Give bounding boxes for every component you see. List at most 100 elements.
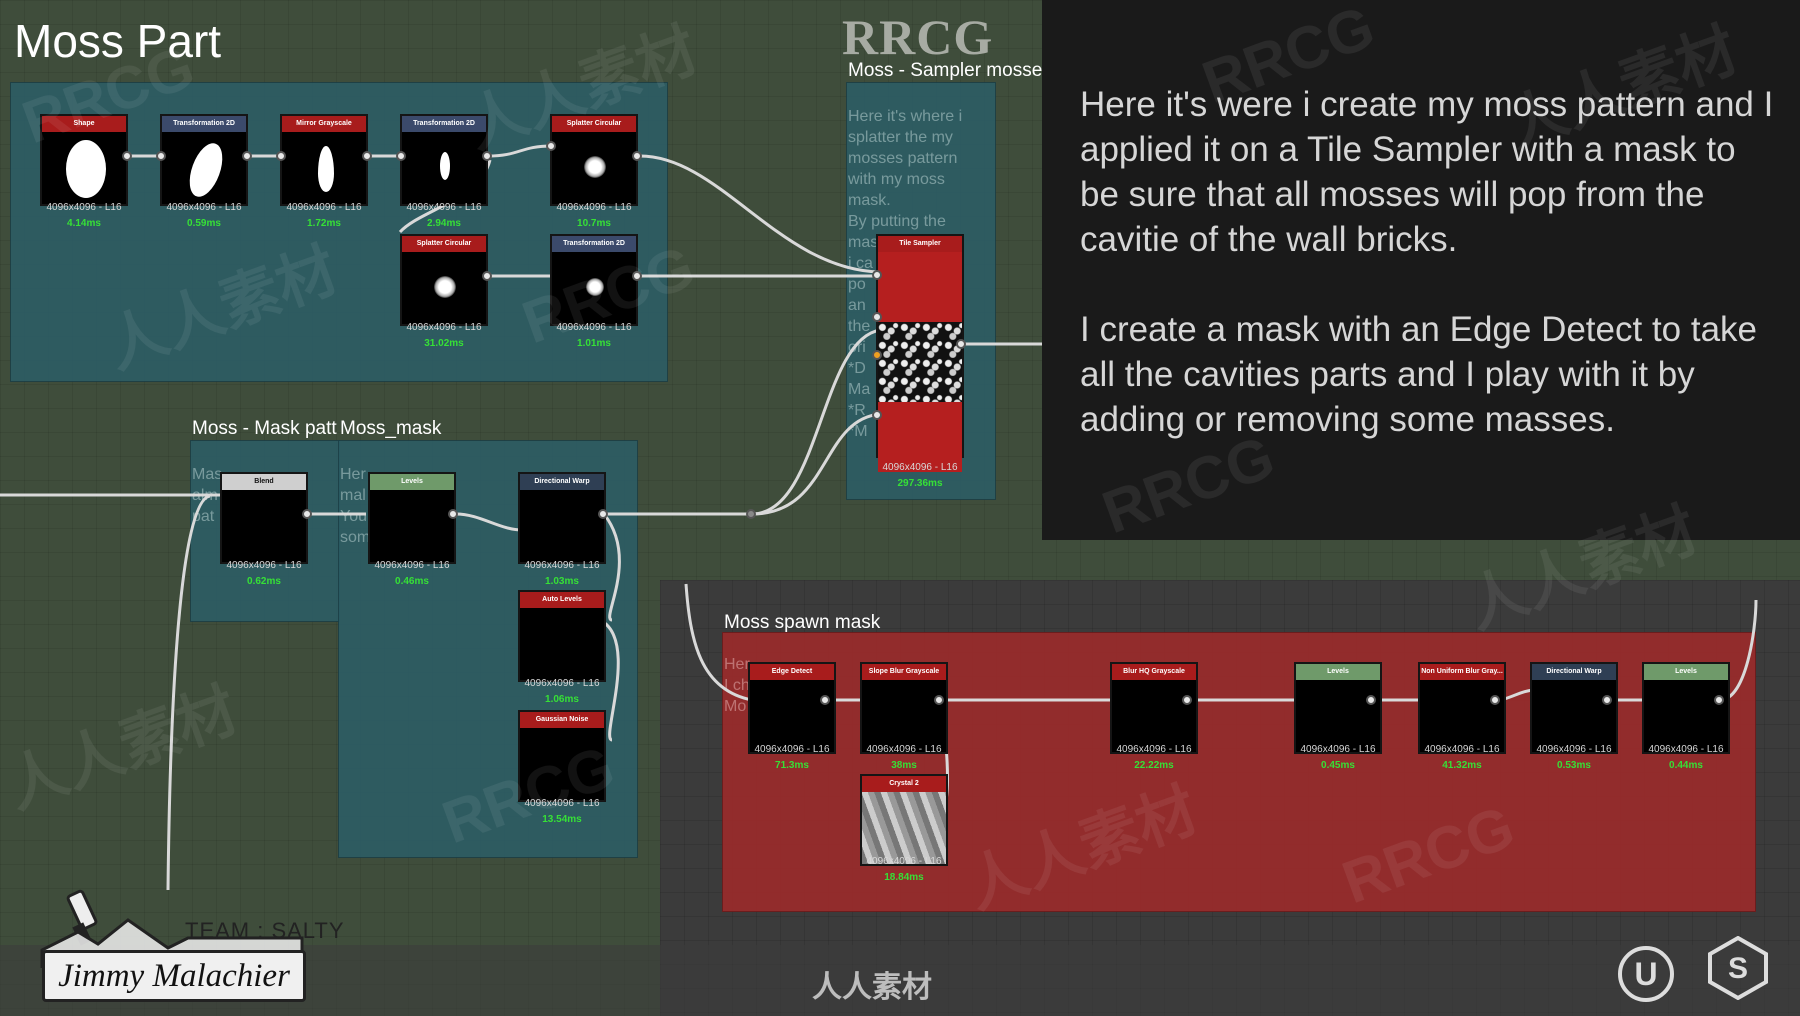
node-resolution: 4096x4096 - L16 bbox=[406, 322, 482, 333]
node-thumbnail-pattern bbox=[878, 322, 962, 402]
node-port[interactable] bbox=[632, 271, 642, 281]
node-port[interactable] bbox=[362, 151, 372, 161]
page-title: Moss Part bbox=[14, 15, 222, 67]
node-port[interactable] bbox=[872, 312, 882, 322]
node-time: 41.32ms bbox=[1442, 760, 1482, 771]
node-directional-warp[interactable]: Directional Warp bbox=[518, 472, 606, 564]
node-shape[interactable]: Shape bbox=[40, 114, 128, 206]
node-blend[interactable]: Blend bbox=[220, 472, 308, 564]
node-port[interactable] bbox=[956, 339, 966, 349]
author-name: Jimmy Malachier bbox=[42, 950, 306, 1002]
node-edge-detect[interactable]: Edge Detect bbox=[748, 662, 836, 754]
node-resolution: 4096x4096 - L16 bbox=[866, 744, 942, 755]
node-header: Transformation 2D bbox=[162, 116, 246, 132]
node-time: 0.46ms bbox=[395, 576, 429, 587]
node-thumbnail bbox=[1420, 680, 1504, 752]
node-port[interactable] bbox=[448, 509, 458, 519]
node-levels[interactable]: Levels bbox=[368, 472, 456, 564]
node-port[interactable] bbox=[934, 695, 944, 705]
node-resolution: 4096x4096 - L16 bbox=[374, 560, 450, 571]
node-port[interactable] bbox=[242, 151, 252, 161]
node-time: 0.53ms bbox=[1557, 760, 1591, 771]
node-header: Levels bbox=[370, 474, 454, 490]
node-port[interactable] bbox=[746, 509, 756, 519]
node-port[interactable] bbox=[1366, 695, 1376, 705]
node-port[interactable] bbox=[302, 509, 312, 519]
node-port[interactable] bbox=[156, 151, 166, 161]
node-levels[interactable]: Levels bbox=[1294, 662, 1382, 754]
node-port[interactable] bbox=[396, 151, 406, 161]
node-header: Crystal 2 bbox=[862, 776, 946, 792]
node-port[interactable] bbox=[820, 695, 830, 705]
node-header: Transformation 2D bbox=[402, 116, 486, 132]
description-paragraph-1: Here it's were i create my moss pattern … bbox=[1080, 85, 1774, 259]
node-blur-hq-grayscale[interactable]: Blur HQ Grayscale bbox=[1110, 662, 1198, 754]
node-mirror-grayscale[interactable]: Mirror Grayscale bbox=[280, 114, 368, 206]
description-paragraph-2: I create a mask with an Edge Detect to t… bbox=[1080, 310, 1758, 439]
site-watermark-text: 人人素材 bbox=[812, 971, 932, 1004]
node-header: Directional Warp bbox=[1532, 664, 1616, 680]
node-port[interactable] bbox=[872, 270, 882, 280]
node-port[interactable] bbox=[872, 350, 882, 360]
node-resolution: 4096x4096 - L16 bbox=[1648, 744, 1724, 755]
watermark-logo: RRCG bbox=[842, 9, 994, 65]
node-splatter-circular[interactable]: Splatter Circular bbox=[400, 234, 488, 326]
node-non-uniform-blur[interactable]: Non Uniform Blur Gray... bbox=[1418, 662, 1506, 754]
node-thumbnail bbox=[878, 252, 962, 322]
node-thumbnail bbox=[520, 728, 604, 800]
node-levels[interactable]: Levels bbox=[1642, 662, 1730, 754]
node-port[interactable] bbox=[632, 151, 642, 161]
node-thumbnail bbox=[1644, 680, 1728, 752]
node-auto-levels[interactable]: Auto Levels bbox=[518, 590, 606, 682]
node-resolution: 4096x4096 - L16 bbox=[286, 202, 362, 213]
node-time: 22.22ms bbox=[1134, 760, 1174, 771]
node-gaussian-noise[interactable]: Gaussian Noise bbox=[518, 710, 606, 802]
node-tile-sampler[interactable]: Tile Sampler bbox=[876, 234, 964, 472]
node-resolution: 4096x4096 - L16 bbox=[1300, 744, 1376, 755]
node-port[interactable] bbox=[276, 151, 286, 161]
node-resolution: 4096x4096 - L16 bbox=[866, 856, 942, 867]
node-time: 0.62ms bbox=[247, 576, 281, 587]
node-time: 0.44ms bbox=[1669, 760, 1703, 771]
node-transformation-2d[interactable]: Transformation 2D bbox=[550, 234, 638, 326]
node-time: 71.3ms bbox=[775, 760, 809, 771]
node-time: 0.59ms bbox=[187, 218, 221, 229]
node-transformation-2d[interactable]: Transformation 2D bbox=[400, 114, 488, 206]
node-directional-warp[interactable]: Directional Warp bbox=[1530, 662, 1618, 754]
node-port[interactable] bbox=[598, 509, 608, 519]
node-port[interactable] bbox=[1490, 695, 1500, 705]
team-name: TEAM : SALTY bbox=[185, 918, 345, 943]
node-header: Blur HQ Grayscale bbox=[1112, 664, 1196, 680]
node-header: Levels bbox=[1644, 664, 1728, 680]
node-port[interactable] bbox=[1602, 695, 1612, 705]
node-transformation-2d[interactable]: Transformation 2D bbox=[160, 114, 248, 206]
node-splatter-circular[interactable]: Splatter Circular bbox=[550, 114, 638, 206]
node-header: Edge Detect bbox=[750, 664, 834, 680]
node-port[interactable] bbox=[872, 410, 882, 420]
node-crystal-2[interactable]: Crystal 2 bbox=[860, 774, 948, 866]
node-header: Shape bbox=[42, 116, 126, 132]
node-time: 38ms bbox=[891, 760, 917, 771]
node-thumbnail bbox=[370, 490, 454, 562]
node-port[interactable] bbox=[122, 151, 132, 161]
node-time: 1.03ms bbox=[545, 576, 579, 587]
node-thumbnail bbox=[552, 252, 636, 324]
node-thumbnail bbox=[862, 680, 946, 752]
node-port[interactable] bbox=[1714, 695, 1724, 705]
node-resolution: 4096x4096 - L16 bbox=[226, 560, 302, 571]
node-port[interactable] bbox=[1182, 695, 1192, 705]
node-header: Non Uniform Blur Gray... bbox=[1420, 664, 1504, 680]
node-header: Transformation 2D bbox=[552, 236, 636, 252]
node-resolution: 4096x4096 - L16 bbox=[524, 798, 600, 809]
node-time: 1.01ms bbox=[577, 338, 611, 349]
node-port[interactable] bbox=[482, 271, 492, 281]
node-thumbnail bbox=[520, 490, 604, 562]
node-port[interactable] bbox=[482, 151, 492, 161]
node-port[interactable] bbox=[546, 141, 556, 151]
node-header: Mirror Grayscale bbox=[282, 116, 366, 132]
node-thumbnail bbox=[162, 132, 246, 204]
node-slope-blur-grayscale[interactable]: Slope Blur Grayscale bbox=[860, 662, 948, 754]
node-time: 2.94ms bbox=[427, 218, 461, 229]
node-thumbnail bbox=[402, 132, 486, 204]
substance-designer-icon: S bbox=[1708, 936, 1768, 1000]
